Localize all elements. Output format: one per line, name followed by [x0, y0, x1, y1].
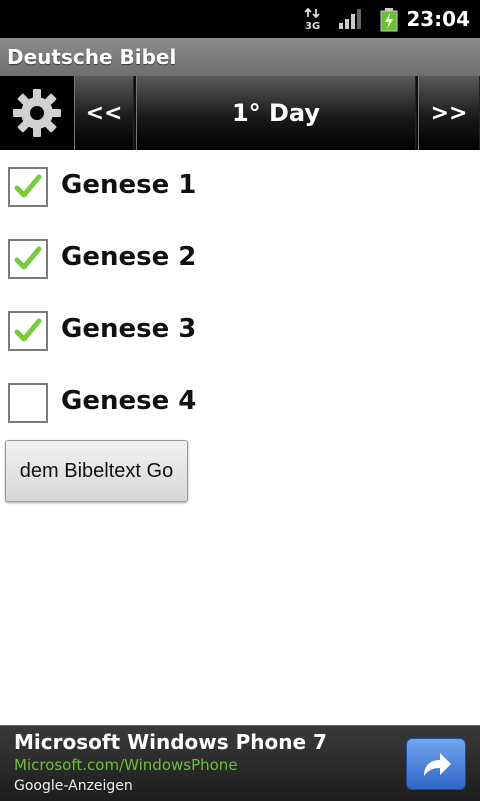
- reading-checkbox[interactable]: [8, 383, 48, 423]
- reading-label: Genese 3: [61, 314, 197, 344]
- reading-checkbox[interactable]: [8, 311, 48, 351]
- reading-checkbox[interactable]: [8, 167, 48, 207]
- ad-source-label: Google-Anzeigen: [14, 778, 133, 794]
- app-title: Deutsche Bibel: [7, 45, 177, 69]
- checkmark-icon: [14, 318, 42, 342]
- reading-label: Genese 1: [61, 170, 197, 200]
- reading-item[interactable]: Genese 1: [0, 150, 480, 222]
- gear-icon: [12, 88, 62, 142]
- checkmark-icon: [14, 246, 42, 270]
- go-to-bible-text-button[interactable]: dem Bibeltext Go: [5, 440, 188, 502]
- signal-icon: [338, 8, 364, 34]
- day-toolbar: << 1° Day >>: [0, 76, 480, 150]
- network-type-text: 3G: [305, 21, 320, 30]
- reading-item[interactable]: Genese 3: [0, 294, 480, 366]
- network-3g-icon: 3G: [304, 7, 324, 34]
- battery-charging-icon: [378, 8, 400, 36]
- reading-checkbox[interactable]: [8, 239, 48, 279]
- ad-title[interactable]: Microsoft Windows Phone 7: [14, 730, 327, 754]
- title-bar: Deutsche Bibel: [0, 38, 480, 76]
- reading-label: Genese 4: [61, 386, 197, 416]
- previous-day-button[interactable]: <<: [74, 76, 134, 150]
- status-bar: 3G 23:04: [0, 0, 480, 38]
- ad-url[interactable]: Microsoft.com/WindowsPhone: [14, 756, 238, 774]
- reading-item[interactable]: Genese 4: [0, 366, 480, 438]
- reading-item[interactable]: Genese 2: [0, 222, 480, 294]
- settings-button[interactable]: [0, 76, 74, 150]
- checkmark-icon: [14, 174, 42, 198]
- ad-action-button[interactable]: [406, 738, 466, 790]
- share-arrow-icon: [420, 750, 454, 784]
- next-day-button[interactable]: >>: [418, 76, 480, 150]
- reading-label: Genese 2: [61, 242, 197, 272]
- current-day-button[interactable]: 1° Day: [136, 76, 416, 150]
- clock: 23:04: [406, 7, 470, 31]
- ad-banner[interactable]: Microsoft Windows Phone 7 Microsoft.com/…: [0, 725, 480, 801]
